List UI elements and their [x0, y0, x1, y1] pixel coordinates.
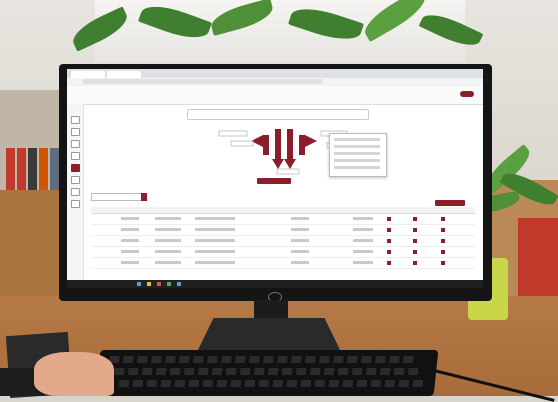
data-table — [91, 207, 475, 273]
taskbar-app-icon[interactable] — [147, 282, 151, 286]
browser-tab-bar — [67, 69, 483, 78]
browser-tab[interactable] — [71, 71, 105, 78]
monitor-screen — [67, 69, 483, 288]
taskbar-app-icon[interactable] — [137, 282, 141, 286]
search-button[interactable] — [141, 193, 147, 201]
taskbar-app-icon[interactable] — [177, 282, 181, 286]
hand — [34, 352, 114, 396]
browser-tab[interactable] — [107, 71, 141, 78]
sidebar-icon[interactable] — [71, 200, 80, 208]
taskbar-app-icon[interactable] — [167, 282, 171, 286]
add-button[interactable] — [435, 200, 465, 206]
table-row[interactable] — [91, 258, 475, 269]
os-taskbar — [67, 280, 483, 288]
table-header — [91, 207, 475, 214]
search-input[interactable] — [91, 193, 145, 201]
app-sidebar — [67, 104, 84, 288]
branching-arrows-illustration — [218, 129, 348, 175]
sidebar-icon[interactable] — [71, 176, 80, 184]
sidebar-icon-active[interactable] — [71, 164, 80, 172]
sidebar-icon[interactable] — [71, 128, 80, 136]
table-row[interactable] — [91, 214, 475, 225]
sidebar-icon[interactable] — [71, 140, 80, 148]
keyboard — [95, 350, 439, 396]
table-row[interactable] — [91, 236, 475, 247]
notice-banner — [187, 109, 369, 120]
monitor-stand-base — [196, 318, 342, 354]
taskbar-app-icon[interactable] — [157, 282, 161, 286]
toggle-switch[interactable] — [460, 91, 474, 97]
app-header — [67, 86, 483, 105]
sidebar-icon[interactable] — [71, 116, 80, 124]
table-row[interactable] — [91, 247, 475, 258]
dropdown-menu[interactable] — [329, 133, 387, 177]
primary-button[interactable] — [257, 178, 291, 184]
url-field[interactable] — [83, 79, 323, 84]
plant-back — [60, 0, 500, 70]
sidebar-icon[interactable] — [71, 188, 80, 196]
sidebar-icon[interactable] — [71, 152, 80, 160]
red-plant-pot — [518, 218, 558, 308]
table-row[interactable] — [91, 225, 475, 236]
